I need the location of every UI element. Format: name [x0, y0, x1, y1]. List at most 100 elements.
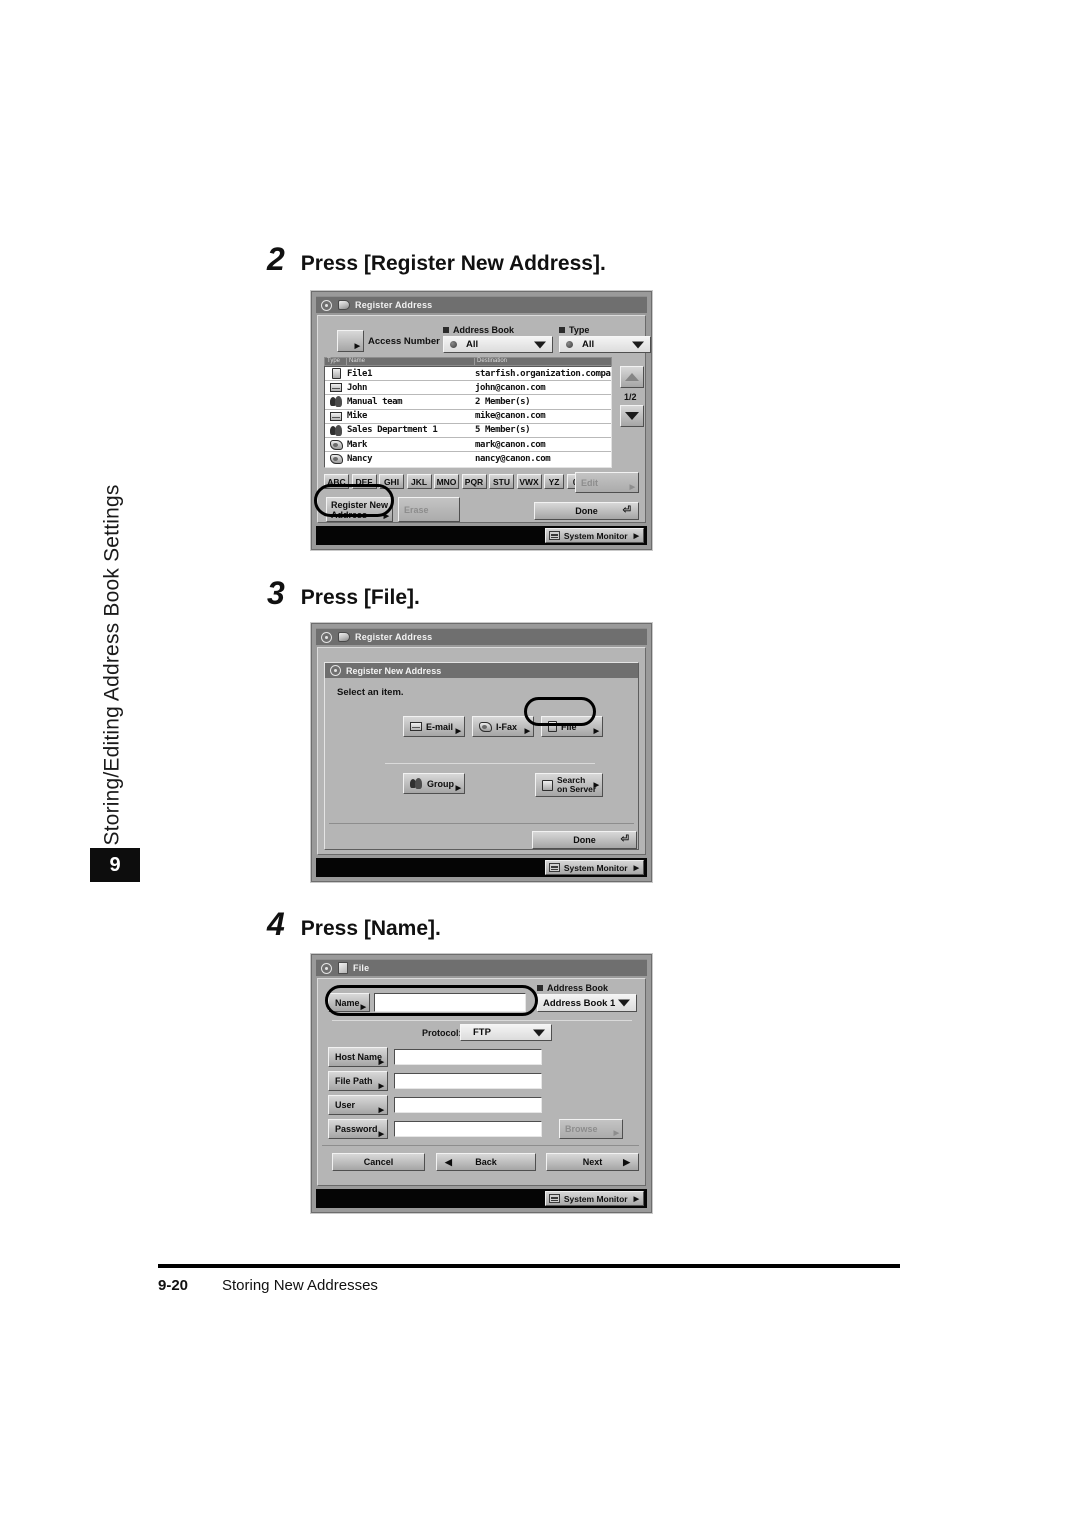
row-destination: mike@canon.com [475, 411, 546, 422]
group-button[interactable]: Group ▶ [403, 773, 465, 794]
screen1-statusbar: System Monitor ▶ [316, 526, 647, 545]
type-select[interactable]: All [559, 336, 651, 353]
row-destination: 5 Member(s) [475, 425, 531, 436]
row-name: Mike [347, 411, 368, 422]
radio-dot-icon [566, 341, 573, 348]
table-row[interactable]: Mark mark@canon.com [325, 438, 611, 453]
list-lines-icon [548, 1194, 560, 1203]
done-button[interactable]: Done ⏎ [532, 831, 637, 849]
step-2-text: Press [Register New Address]. [300, 252, 606, 275]
chevron-down-icon [618, 999, 630, 1007]
step-4-heading: 4 Press [Name]. [267, 908, 441, 940]
chapter-number-text: 9 [109, 853, 121, 876]
group-icon [325, 396, 347, 408]
search-server-icon [542, 779, 553, 791]
back-icon[interactable] [330, 665, 341, 676]
back-button[interactable]: ◀ Back [436, 1153, 536, 1171]
table-row[interactable]: Sales Department 1 5 Member(s) [325, 424, 611, 438]
subwindow-title: Register New Address [346, 665, 442, 676]
mail-icon [325, 383, 347, 393]
host-name-input[interactable] [394, 1049, 542, 1065]
alpha-tab-group[interactable]: ABC DEF GHI JKL MNO PQR STU VWX YZ 0-9 [324, 474, 592, 489]
system-monitor-button[interactable]: System Monitor ▶ [544, 528, 644, 543]
file-icon [548, 721, 557, 732]
address-book-caption-text: Address Book [547, 983, 609, 993]
type-value: All [582, 339, 595, 350]
next-button[interactable]: Next ▶ [546, 1153, 639, 1171]
search-on-server-button[interactable]: Search on Server ▶ [535, 773, 603, 797]
next-label: Next [582, 1157, 603, 1167]
alpha-tab-stu[interactable]: STU [489, 474, 514, 489]
bottom-divider [329, 823, 634, 824]
file-icon [325, 368, 347, 380]
enter-icon: ⏎ [620, 834, 629, 845]
protocol-select[interactable]: FTP [460, 1024, 552, 1041]
back-icon[interactable] [321, 962, 332, 974]
register-new-address-button[interactable]: Register New Address ▶ [326, 497, 393, 522]
host-name-button[interactable]: Host Name ▶ [328, 1047, 388, 1067]
chevron-down-icon [632, 341, 644, 348]
chevron-down-icon [533, 1029, 545, 1036]
bullet-square-icon [559, 327, 565, 333]
step-3-text: Press [File]. [300, 586, 420, 609]
address-book-icon [338, 300, 350, 310]
table-header: Type Name Destination [324, 357, 612, 366]
step-2-number: 2 [267, 241, 285, 277]
password-input[interactable] [394, 1121, 542, 1137]
alpha-tab-ghi[interactable]: GHI [379, 474, 404, 489]
done-button[interactable]: Done ⏎ [534, 502, 639, 520]
alpha-tab-def[interactable]: DEF [351, 474, 377, 489]
system-monitor-button[interactable]: System Monitor ▶ [544, 1191, 644, 1206]
mail-icon [325, 411, 347, 421]
access-number-label: Access Number [368, 336, 440, 347]
cancel-button[interactable]: Cancel [332, 1153, 425, 1171]
back-icon[interactable] [321, 631, 332, 643]
user-input[interactable] [394, 1097, 542, 1113]
table-row[interactable]: File1 starfish.organization.compa [325, 367, 611, 382]
bottom-divider [322, 1145, 639, 1146]
table-row[interactable]: John john@canon.com [325, 381, 611, 396]
screen1-body: ▶ Access Number Address Book All Type Al… [317, 315, 651, 523]
radio-dot-icon [450, 341, 457, 348]
file-path-button[interactable]: File Path ▶ [328, 1071, 388, 1091]
scroll-down-button[interactable] [620, 405, 644, 427]
alpha-tab-abc[interactable]: ABC [324, 474, 349, 489]
file-button[interactable]: File ▶ [541, 716, 603, 737]
group-icon [410, 778, 423, 789]
chevron-right-icon: ▶ [633, 1195, 639, 1203]
password-button[interactable]: Password ▶ [328, 1119, 388, 1139]
table-row[interactable]: Mike mike@canon.com [325, 410, 611, 424]
address-list-table[interactable]: File1 starfish.organization.compa John j… [324, 366, 612, 468]
alpha-tab-yz[interactable]: YZ [544, 474, 564, 489]
user-button[interactable]: User ▶ [328, 1095, 388, 1115]
ifax-button[interactable]: I-Fax ▶ [472, 716, 534, 737]
name-button[interactable]: Name ▶ [328, 993, 370, 1012]
back-label: Back [475, 1157, 497, 1167]
chevron-right-icon: ▶ [383, 513, 389, 520]
edit-button[interactable]: Edit ▶ [575, 472, 639, 493]
chevron-right-icon: ▶ [613, 1130, 619, 1137]
access-number-button[interactable]: ▶ [337, 330, 364, 352]
chevron-right-icon: ▶ [593, 782, 599, 789]
alpha-tab-pqr[interactable]: PQR [461, 474, 487, 489]
file-path-input[interactable] [394, 1073, 542, 1089]
address-book-select[interactable]: All [443, 336, 553, 353]
screen2-title: Register Address [355, 632, 433, 642]
alpha-tab-vwx[interactable]: VWX [516, 474, 542, 489]
scroll-up-button[interactable] [620, 366, 644, 388]
name-input[interactable] [374, 993, 526, 1012]
back-icon[interactable] [321, 299, 332, 311]
alpha-tab-mno[interactable]: MNO [434, 474, 459, 489]
table-row[interactable]: Nancy nancy@canon.com [325, 452, 611, 466]
system-monitor-button[interactable]: System Monitor ▶ [544, 860, 644, 875]
protocol-value: FTP [473, 1027, 491, 1038]
email-button[interactable]: E-mail ▶ [403, 716, 465, 737]
protocol-label: Protocol: [422, 1028, 462, 1038]
row-destination: 2 Member(s) [475, 396, 531, 407]
address-book-select[interactable]: Address Book 1 [537, 994, 637, 1012]
table-row[interactable]: Manual team 2 Member(s) [325, 395, 611, 410]
erase-button[interactable]: Erase [398, 497, 460, 522]
browse-button[interactable]: Browse ▶ [559, 1119, 623, 1139]
chevron-right-icon: ▶ [623, 1156, 630, 1167]
alpha-tab-jkl[interactable]: JKL [406, 474, 432, 489]
